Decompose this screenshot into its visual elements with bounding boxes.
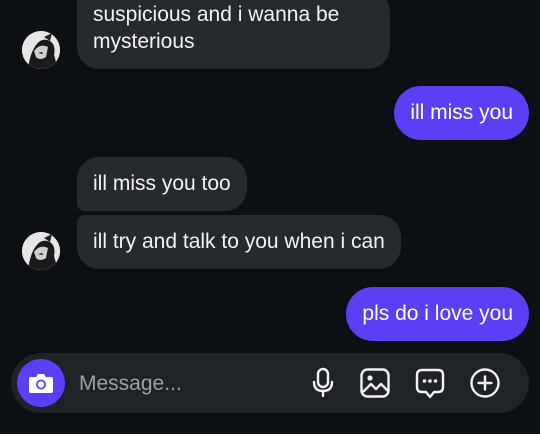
incoming-message-bubble[interactable]: ill miss you too	[77, 157, 247, 211]
avatar-image	[22, 31, 60, 69]
message-composer	[11, 353, 529, 413]
message-text-line: suspicious and i wanna be	[93, 3, 340, 26]
message-text: ill miss you too	[93, 172, 231, 195]
message-input[interactable]	[77, 366, 291, 402]
incoming-message-bubble[interactable]: suspicious and i wanna be mysterious	[77, 0, 390, 69]
outgoing-message-bubble[interactable]: pls do i love you	[346, 287, 529, 341]
camera-button[interactable]	[17, 359, 65, 407]
avatar[interactable]	[22, 232, 60, 270]
sticker-button[interactable]	[413, 366, 447, 400]
avatar-image	[22, 232, 60, 270]
sticker-chat-icon	[415, 368, 445, 399]
camera-icon	[29, 374, 53, 393]
incoming-message-bubble[interactable]: ill try and talk to you when i can	[77, 215, 401, 269]
microphone-icon	[312, 367, 334, 398]
outgoing-message-bubble[interactable]: ill miss you	[394, 86, 529, 140]
voice-button[interactable]	[306, 366, 340, 400]
message-text: pls do i love you	[362, 302, 513, 325]
avatar[interactable]	[22, 31, 60, 69]
gallery-button[interactable]	[358, 366, 392, 400]
chat-thread: suspicious and i wanna be mysterious ill…	[0, 0, 540, 434]
plus-circle-icon	[470, 368, 500, 398]
message-text-line: mysterious	[93, 30, 195, 53]
message-text: ill miss you	[410, 101, 513, 124]
image-icon	[360, 368, 390, 398]
message-text: ill try and talk to you when i can	[93, 230, 385, 253]
more-button[interactable]	[468, 366, 502, 400]
